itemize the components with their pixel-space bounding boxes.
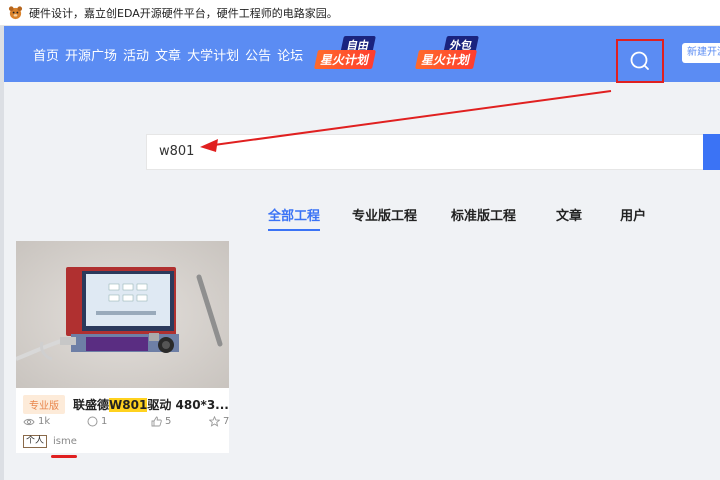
nav-articles[interactable]: 文章: [155, 45, 181, 64]
window-title: 硬件设计，嘉立创EDA开源硬件平台，硬件工程师的电路家园。: [29, 6, 338, 20]
nav-announcements[interactable]: 公告: [245, 45, 271, 64]
owner-name-link[interactable]: isme: [53, 436, 77, 447]
favorites-count: 7: [223, 416, 230, 427]
title-prefix: 联盛德: [73, 398, 110, 412]
views-stat: 1k: [23, 416, 50, 427]
comments-stat: 1: [87, 416, 107, 427]
window-title-bar: 硬件设计，嘉立创EDA开源硬件平台，硬件工程师的电路家园。: [0, 0, 720, 26]
search-icon: [630, 51, 649, 70]
outsourcing-spark-program-badge[interactable]: 外包 星火计划: [414, 36, 485, 70]
site-header: 首页 开源广场 活动 文章 大学计划 公告 论坛 自由 星火计划 外包 星火计划…: [4, 26, 720, 83]
nav-forum[interactable]: 论坛: [277, 45, 303, 64]
nav-open-source-plaza[interactable]: 开源广场: [65, 45, 117, 64]
comments-count: 1: [101, 416, 108, 427]
eye-icon: [23, 418, 35, 425]
badge-bottom-label: 星火计划: [414, 50, 478, 69]
likes-stat[interactable]: 5: [151, 416, 171, 427]
owner-type-tag: 个人: [23, 435, 48, 448]
likes-count: 5: [165, 416, 172, 427]
search-button[interactable]: [616, 39, 664, 83]
project-thumbnail[interactable]: [16, 241, 229, 388]
star-icon: [209, 416, 220, 427]
tab-articles[interactable]: 文章: [556, 205, 582, 230]
nav-events[interactable]: 活动: [123, 45, 149, 64]
result-tabs: 全部工程 专业版工程 标准版工程 文章 用户: [268, 205, 646, 231]
project-card[interactable]: 专业版 联盛德W801驱动 480*3... 1k 1 5 7 个人 isme: [16, 241, 229, 453]
background-window-edge: [0, 26, 4, 480]
tab-all-projects[interactable]: 全部工程: [268, 205, 321, 231]
project-photo: [16, 241, 229, 388]
nav-home[interactable]: 首页: [33, 45, 59, 64]
nav-university-program[interactable]: 大学计划: [187, 45, 239, 64]
comment-icon: [87, 416, 98, 427]
project-title-row: 专业版 联盛德W801驱动 480*3...: [23, 395, 229, 414]
project-title[interactable]: 联盛德W801驱动 480*3...: [73, 396, 229, 413]
tab-users[interactable]: 用户: [620, 205, 646, 230]
tab-pro-projects[interactable]: 专业版工程: [352, 205, 417, 230]
edition-tag: 专业版: [23, 395, 65, 414]
badge-bottom-label: 星火计划: [313, 50, 377, 69]
thumbs-up-icon: [151, 416, 162, 427]
new-open-source-button[interactable]: 新建开源: [682, 43, 720, 63]
freedom-spark-program-badge[interactable]: 自由 星火计划: [313, 36, 384, 70]
project-stats: 1k 1 5 7: [23, 416, 229, 430]
views-count: 1k: [38, 416, 51, 427]
search-submit-button[interactable]: [703, 134, 720, 170]
annotation-underline: [51, 455, 77, 458]
owner-row: 个人 isme: [23, 435, 77, 448]
app-logo-icon: [8, 6, 23, 20]
favorites-stat[interactable]: 7: [209, 416, 229, 427]
title-suffix: 驱动 480*3...: [147, 398, 229, 412]
main-nav: 首页 开源广场 活动 文章 大学计划 公告 论坛: [33, 45, 309, 64]
title-highlight: W801: [109, 398, 148, 412]
tab-standard-projects[interactable]: 标准版工程: [451, 205, 516, 230]
search-input[interactable]: w801: [146, 134, 703, 170]
